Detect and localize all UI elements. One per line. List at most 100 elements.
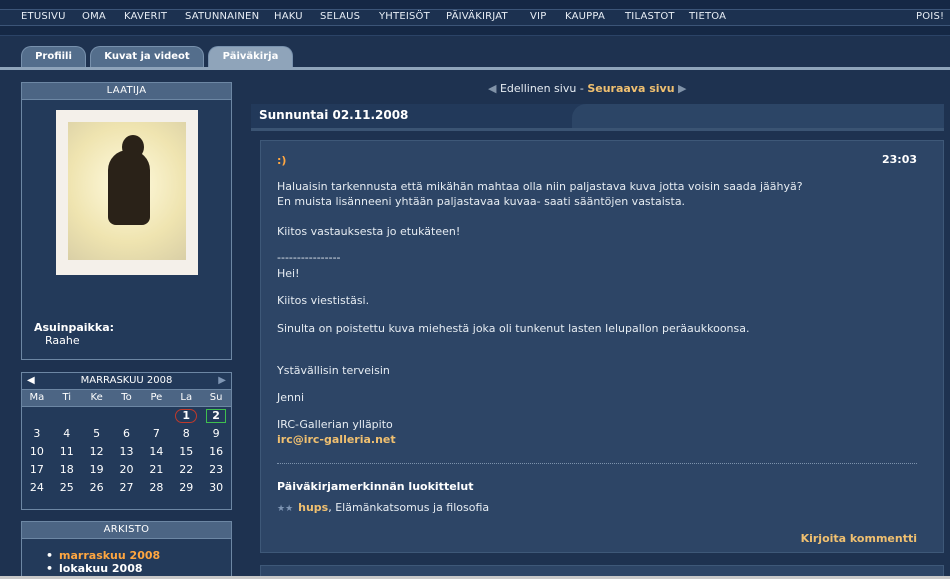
calendar-week: 1 2	[22, 407, 231, 425]
calendar-day[interactable]: 5	[82, 425, 112, 443]
calendar-day[interactable]: 7	[141, 425, 171, 443]
date-bar-underline	[251, 128, 944, 131]
calendar-day[interactable]: 14	[141, 443, 171, 461]
calendar-day[interactable]: 12	[82, 443, 112, 461]
calendar-day[interactable]: 8	[171, 425, 201, 443]
nav-satunnainen[interactable]: SATUNNAINEN	[185, 11, 259, 22]
nav-oma[interactable]: OMA	[82, 11, 106, 22]
weekday: Ke	[90, 392, 103, 403]
tab-profiili[interactable]: Profiili	[21, 46, 86, 68]
today-ring[interactable]: 1	[175, 409, 198, 423]
nav-haku[interactable]: HAKU	[274, 11, 303, 22]
nav-vip[interactable]: VIP	[530, 11, 546, 22]
nav-kauppa[interactable]: KAUPPA	[565, 11, 605, 22]
calendar-day[interactable]: 29	[171, 479, 201, 497]
next-arrow-icon[interactable]: ▶	[678, 82, 686, 95]
nav-tietoa[interactable]: TIETOA	[689, 11, 726, 22]
calendar-day[interactable]: 3	[22, 425, 52, 443]
prev-page-link[interactable]: Edellinen sivu	[500, 82, 576, 95]
diary-entry: :) 23:03 Haluaisin tarkennusta että mikä…	[260, 140, 944, 553]
entry-divider	[277, 463, 917, 464]
calendar-week: 24 25 26 27 28 29 30	[22, 479, 231, 497]
calendar-day[interactable]: 21	[141, 461, 171, 479]
entry-text-line: Kiitos viestistäsi.	[277, 294, 370, 307]
archive-list: marraskuu 2008 lokakuu 2008	[22, 539, 231, 575]
logout-link[interactable]: POIS!	[916, 11, 944, 22]
entry-text-line: Kiitos vastauksesta jo etukäteen!	[277, 225, 461, 238]
entry-title[interactable]: :)	[277, 154, 286, 167]
calendar-day-today[interactable]: 1	[171, 407, 201, 425]
nav-etusivu[interactable]: ETUSIVU	[21, 11, 66, 22]
category-rest[interactable]: , Elämänkatsomus ja filosofia	[328, 501, 489, 514]
photo-figure-body	[108, 150, 150, 225]
calendar-day[interactable]: 22	[171, 461, 201, 479]
calendar-day[interactable]: 24	[22, 479, 52, 497]
date-bar-decoration	[572, 104, 944, 128]
calendar-day[interactable]: 10	[22, 443, 52, 461]
tab-underline	[0, 67, 950, 70]
calendar-day-selected[interactable]: 2	[201, 407, 231, 425]
prev-month-icon[interactable]: ◀	[27, 373, 35, 389]
pager-separator: -	[579, 82, 584, 95]
calendar-day	[52, 407, 82, 425]
entry-text-line: Haluaisin tarkennusta että mikähän mahta…	[277, 180, 803, 193]
calendar-day[interactable]: 28	[141, 479, 171, 497]
entry-text-line: Hei!	[277, 267, 300, 280]
calendar-day[interactable]: 13	[112, 443, 142, 461]
nav-paivakirjat[interactable]: PÄIVÄKIRJAT	[446, 11, 508, 22]
calendar-day[interactable]: 23	[201, 461, 231, 479]
calendar-day	[82, 407, 112, 425]
write-comment-link[interactable]: Kirjoita kommentti	[801, 532, 917, 545]
calendar-day[interactable]: 4	[52, 425, 82, 443]
calendar-day[interactable]: 15	[171, 443, 201, 461]
pager: ◀ Edellinen sivu - Seuraava sivu ▶	[488, 82, 687, 95]
calendar-day[interactable]: 17	[22, 461, 52, 479]
location-label: Asuinpaikka:	[34, 321, 115, 334]
archive-panel: ARKISTO marraskuu 2008 lokakuu 2008	[21, 521, 232, 579]
calendar-day[interactable]: 19	[82, 461, 112, 479]
tab-kuvat-ja-videot[interactable]: Kuvat ja videot	[90, 46, 204, 68]
calendar-day[interactable]: 16	[201, 443, 231, 461]
entry-text-line: En muista lisänneeni yhtään paljastavaa …	[277, 195, 686, 208]
calendar-day[interactable]: 30	[201, 479, 231, 497]
calendar-day[interactable]: 20	[112, 461, 142, 479]
profile-photo[interactable]	[56, 110, 198, 275]
entry-date-bar: Sunnuntai 02.11.2008	[251, 104, 944, 128]
category-tag-link[interactable]: hups	[298, 501, 328, 514]
calendar-week: 3 4 5 6 7 8 9	[22, 425, 231, 443]
weekday: La	[180, 392, 193, 403]
author-panel: LAATIJA Asuinpaikka: Raahe	[21, 82, 232, 360]
archive-heading: ARKISTO	[22, 522, 231, 539]
tab-paivakirja[interactable]: Päiväkirja	[208, 46, 293, 68]
weekday: Ma	[29, 392, 45, 403]
calendar-day[interactable]: 11	[52, 443, 82, 461]
calendar-day[interactable]: 18	[52, 461, 82, 479]
calendar-day[interactable]: 9	[201, 425, 231, 443]
calendar-weekdays: Ma Ti Ke To Pe La Su	[22, 390, 231, 407]
next-page-link[interactable]: Seuraava sivu	[587, 82, 674, 95]
nav-kaverit[interactable]: KAVERIT	[124, 11, 167, 22]
archive-item-lokakuu[interactable]: lokakuu 2008	[46, 562, 231, 575]
calendar-day[interactable]: 6	[112, 425, 142, 443]
nav-selaus[interactable]: SELAUS	[320, 11, 360, 22]
calendar-panel: ◀ MARRASKUU 2008 ▶ Ma Ti Ke To Pe La Su …	[21, 372, 232, 510]
author-heading: LAATIJA	[22, 83, 231, 100]
calendar-day[interactable]: 27	[112, 479, 142, 497]
entry-text-line: Ystävällisin terveisin	[277, 364, 390, 377]
calendar-day[interactable]: 26	[82, 479, 112, 497]
next-month-icon[interactable]: ▶	[218, 373, 226, 389]
calendar-day	[22, 407, 52, 425]
calendar-week: 10 11 12 13 14 15 16	[22, 443, 231, 461]
email-link[interactable]: irc@irc-galleria.net	[277, 433, 396, 446]
nav-tilastot[interactable]: TILASTOT	[625, 11, 675, 22]
selected-box[interactable]: 2	[206, 409, 227, 423]
archive-item-marraskuu[interactable]: marraskuu 2008	[46, 549, 231, 562]
entry-text-line: Sinulta on poistettu kuva miehestä joka …	[277, 322, 750, 335]
nav-yhteisot[interactable]: YHTEISÖT	[379, 11, 430, 22]
entry-separator-text: ----------------	[277, 251, 341, 264]
calendar-week: 17 18 19 20 21 22 23	[22, 461, 231, 479]
prev-arrow-icon[interactable]: ◀	[488, 82, 496, 95]
calendar-month: MARRASKUU 2008	[80, 375, 173, 386]
entry-text-line: Jenni	[277, 391, 305, 404]
calendar-day[interactable]: 25	[52, 479, 82, 497]
